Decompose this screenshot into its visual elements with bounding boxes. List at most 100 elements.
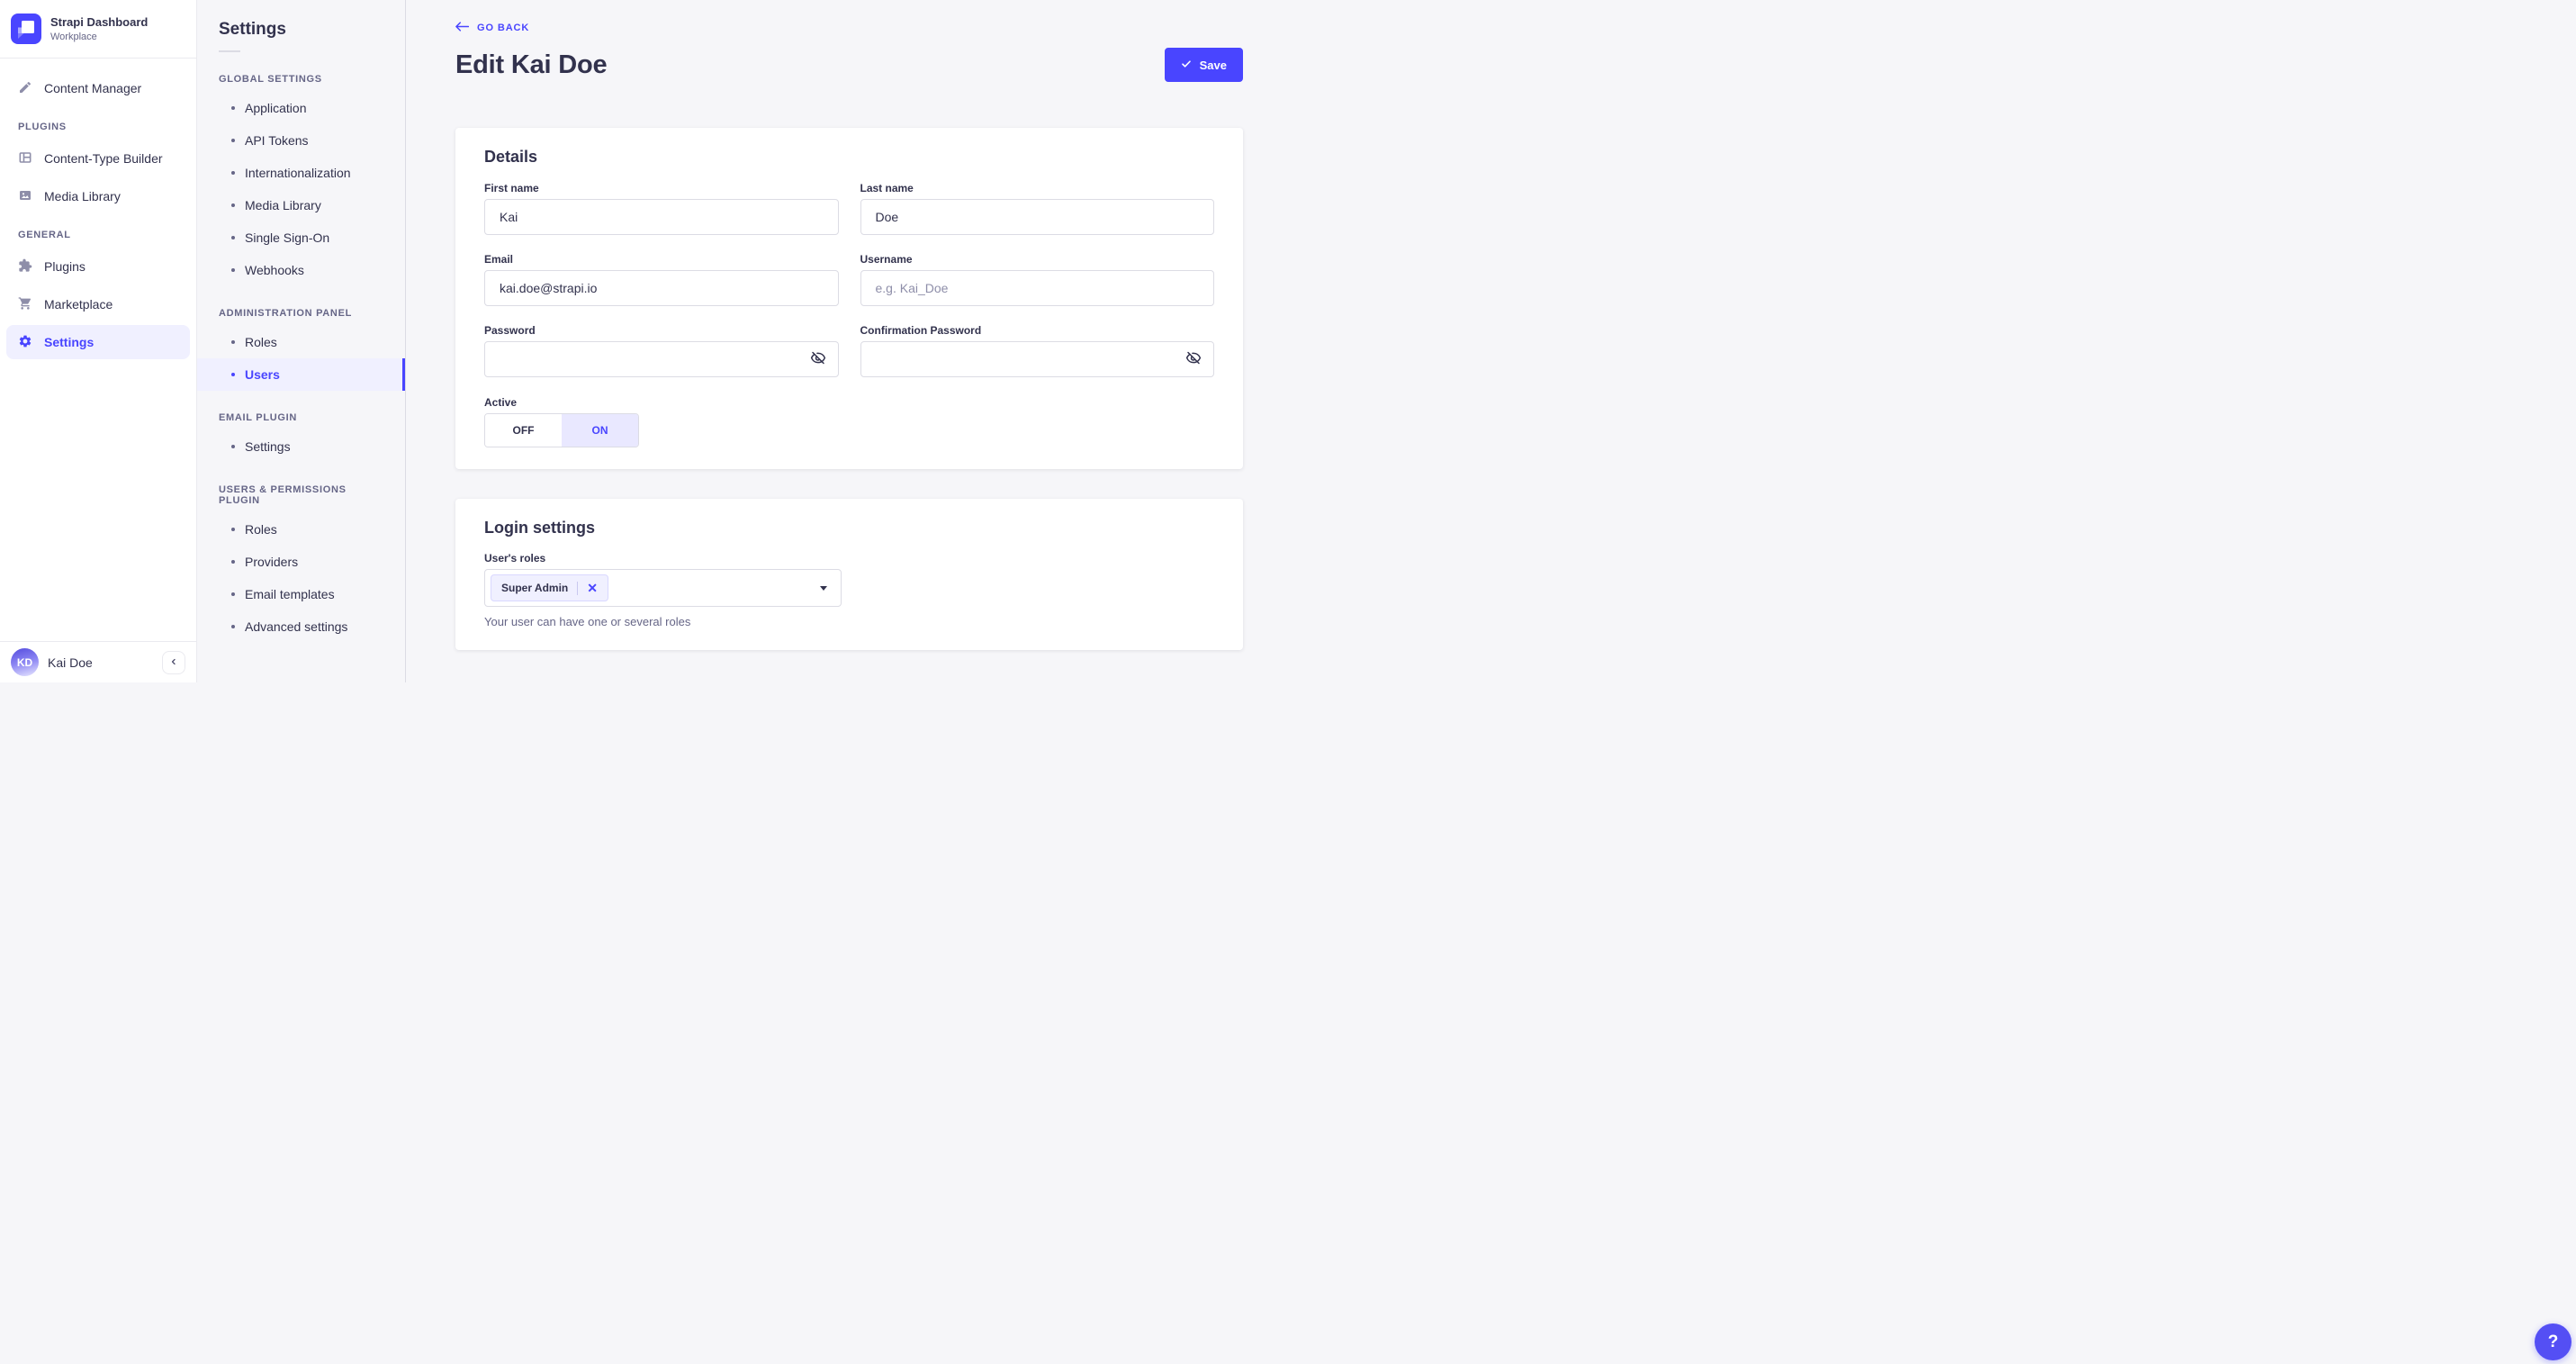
bullet-icon bbox=[231, 528, 235, 531]
subnav-item-admin-users[interactable]: Users bbox=[197, 358, 405, 391]
chevron-left-icon bbox=[169, 655, 178, 669]
bullet-icon bbox=[231, 340, 235, 344]
subnav-item-media-library[interactable]: Media Library bbox=[197, 189, 405, 221]
toggle-on-button[interactable]: ON bbox=[562, 414, 638, 447]
nav-section-header-plugins: PLUGINS bbox=[18, 122, 67, 132]
confirmation-password-input[interactable] bbox=[860, 341, 1214, 377]
title-row: Edit Kai Doe Save bbox=[455, 48, 1243, 82]
strapi-logo-icon bbox=[11, 14, 41, 44]
last-name-field: Last name bbox=[860, 182, 1214, 235]
bullet-icon bbox=[231, 268, 235, 272]
bullet-icon bbox=[231, 171, 235, 175]
subnav-item-up-roles[interactable]: Roles bbox=[197, 513, 405, 546]
subnav-item-api-tokens[interactable]: API Tokens bbox=[197, 124, 405, 157]
main-content: GO BACK Edit Kai Doe Save Details First … bbox=[406, 0, 1288, 682]
user-name: Kai Doe bbox=[48, 655, 93, 670]
feather-icon bbox=[18, 80, 32, 97]
role-tag: Super Admin ✕ bbox=[491, 574, 608, 601]
nav-item-label: Settings bbox=[44, 335, 95, 349]
nav-item-label: Media Library bbox=[44, 189, 121, 203]
login-settings-card: Login settings User's roles Super Admin … bbox=[455, 499, 1243, 650]
last-name-label: Last name bbox=[860, 182, 914, 194]
nav-items: Content Manager PLUGINS Content-Type Bui… bbox=[0, 59, 196, 641]
nav-footer: KD Kai Doe bbox=[0, 641, 196, 682]
eye-off-icon bbox=[810, 350, 826, 369]
first-name-input[interactable] bbox=[484, 199, 839, 235]
details-grid: First name Last name Email bbox=[484, 182, 1214, 377]
app-title: Strapi Dashboard bbox=[50, 14, 149, 29]
nav-item-media-library[interactable]: Media Library bbox=[6, 179, 190, 213]
cart-icon bbox=[18, 296, 32, 313]
app-root: Strapi Dashboard Workplace Content Manag… bbox=[0, 0, 1288, 682]
bullet-icon bbox=[231, 203, 235, 207]
nav-item-label: Plugins bbox=[44, 259, 86, 274]
bullet-icon bbox=[231, 445, 235, 448]
password-input[interactable] bbox=[484, 341, 839, 377]
subnav-item-single-sign-on[interactable]: Single Sign-On bbox=[197, 221, 405, 254]
subnav-item-webhooks[interactable]: Webhooks bbox=[197, 254, 405, 286]
subnav-item-email-templates[interactable]: Email templates bbox=[197, 578, 405, 610]
divider bbox=[577, 581, 579, 595]
brand: Strapi Dashboard Workplace bbox=[0, 0, 196, 58]
password-label: Password bbox=[484, 324, 536, 337]
first-name-field: First name bbox=[484, 182, 839, 235]
bullet-icon bbox=[231, 592, 235, 596]
confirmation-password-label: Confirmation Password bbox=[860, 324, 982, 337]
nav-item-marketplace[interactable]: Marketplace bbox=[6, 287, 190, 321]
subnav-item-internationalization[interactable]: Internationalization bbox=[197, 157, 405, 189]
role-tag-label: Super Admin bbox=[501, 582, 569, 594]
username-field: Username bbox=[860, 253, 1214, 306]
nav-item-label: Content Manager bbox=[44, 81, 142, 95]
roles-helper-text: Your user can have one or several roles bbox=[484, 615, 691, 628]
toggle-confirmation-visibility-button[interactable] bbox=[1182, 347, 1205, 373]
user-roles-select[interactable]: Super Admin ✕ bbox=[484, 569, 842, 607]
subnav-item-application[interactable]: Application bbox=[197, 92, 405, 124]
email-input[interactable] bbox=[484, 270, 839, 306]
chevron-down-icon bbox=[820, 585, 827, 591]
image-icon bbox=[18, 188, 32, 205]
last-name-input[interactable] bbox=[860, 199, 1214, 235]
password-field: Password bbox=[484, 324, 839, 377]
toggle-off-button[interactable]: OFF bbox=[485, 414, 562, 447]
bullet-icon bbox=[231, 139, 235, 142]
toggle-password-visibility-button[interactable] bbox=[806, 347, 830, 373]
nav-item-settings[interactable]: Settings bbox=[6, 325, 190, 359]
email-label: Email bbox=[484, 253, 514, 266]
collapse-nav-button[interactable] bbox=[162, 650, 185, 674]
remove-role-icon[interactable]: ✕ bbox=[587, 582, 598, 594]
active-field: Active OFF ON bbox=[484, 396, 1214, 447]
nav-section-header-general: GENERAL bbox=[18, 230, 71, 240]
subnav-title: Settings bbox=[219, 20, 286, 39]
subnav-item-admin-roles[interactable]: Roles bbox=[197, 326, 405, 358]
details-heading: Details bbox=[484, 148, 538, 166]
active-toggle: OFF ON bbox=[484, 413, 639, 447]
subnav-section-global-settings: GLOBAL SETTINGS bbox=[219, 74, 322, 85]
gear-icon bbox=[18, 334, 32, 351]
subnav-section-email-plugin: EMAIL PLUGIN bbox=[219, 412, 298, 423]
page-title: Edit Kai Doe bbox=[455, 50, 608, 79]
subnav-item-email-settings[interactable]: Settings bbox=[197, 430, 405, 463]
subnav-section-administration-panel: ADMINISTRATION PANEL bbox=[219, 308, 353, 319]
username-input[interactable] bbox=[860, 270, 1214, 306]
nav-item-content-type-builder[interactable]: Content-Type Builder bbox=[6, 141, 190, 176]
subnav-item-providers[interactable]: Providers bbox=[197, 546, 405, 578]
bullet-icon bbox=[231, 106, 235, 110]
settings-subnav: Settings GLOBAL SETTINGS Application API… bbox=[197, 0, 406, 682]
details-card: Details First name Last name Email bbox=[455, 128, 1243, 469]
divider bbox=[219, 50, 240, 52]
confirmation-password-field: Confirmation Password bbox=[860, 324, 1214, 377]
nav-item-content-manager[interactable]: Content Manager bbox=[6, 71, 190, 105]
nav-item-plugins[interactable]: Plugins bbox=[6, 249, 190, 284]
bullet-icon bbox=[231, 560, 235, 564]
bullet-icon bbox=[231, 236, 235, 239]
subnav-item-advanced-settings[interactable]: Advanced settings bbox=[197, 610, 405, 643]
avatar: KD bbox=[11, 648, 39, 676]
arrow-left-icon bbox=[455, 22, 470, 34]
bullet-icon bbox=[231, 373, 235, 376]
help-button[interactable]: ? bbox=[2535, 1323, 2571, 1360]
first-name-label: First name bbox=[484, 182, 539, 194]
workspace-name: Workplace bbox=[50, 32, 97, 43]
user-roles-label: User's roles bbox=[484, 552, 546, 565]
go-back-link[interactable]: GO BACK bbox=[455, 22, 529, 34]
save-button[interactable]: Save bbox=[1164, 48, 1243, 82]
